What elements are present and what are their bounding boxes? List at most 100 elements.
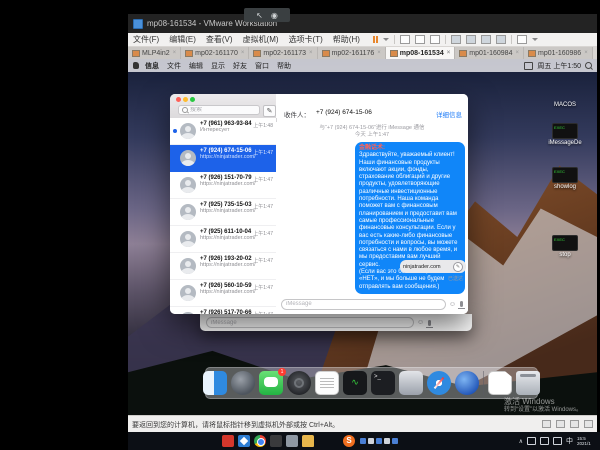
- conversation-row-0[interactable]: +7 (961) 963-93-84 Интересует 上午1:48: [170, 118, 276, 145]
- conversation-list[interactable]: +7 (961) 963-93-84 Интересует 上午1:48 +7 …: [170, 118, 277, 314]
- menu-view[interactable]: 查看(V): [201, 34, 238, 45]
- tab-close-icon[interactable]: ×: [309, 50, 313, 56]
- tray-clock[interactable]: 15:5 2021/1: [577, 436, 599, 446]
- conversation-row-6[interactable]: +7 (926) 560-10-59 https://ninjatrader.c…: [170, 280, 276, 307]
- dock-textedit-icon[interactable]: [315, 371, 339, 395]
- vm-tab-mp01-160984[interactable]: mp01-160984×: [455, 47, 524, 59]
- compose-new-message-button[interactable]: ✎: [263, 105, 276, 117]
- take-snapshot-icon[interactable]: [415, 35, 425, 44]
- conversation-row-7[interactable]: +7 (926) 517-70-66 https://ninjatrader.c…: [170, 307, 276, 314]
- details-button[interactable]: 详细信息: [436, 109, 462, 119]
- dock-document-icon[interactable]: [488, 371, 512, 395]
- imessage-field[interactable]: [281, 299, 446, 310]
- taskbar-sogou-icon[interactable]: S: [343, 435, 355, 447]
- power-dropdown-icon[interactable]: [383, 38, 389, 41]
- tab-close-icon[interactable]: ×: [241, 50, 245, 56]
- dock-finder-icon[interactable]: [203, 371, 227, 395]
- microphone-icon[interactable]: [428, 320, 431, 326]
- dock-messages-icon[interactable]: 1: [259, 371, 283, 395]
- dock-activity-monitor-icon[interactable]: ∿: [343, 371, 367, 395]
- emoji-picker-icon[interactable]: ☺: [417, 319, 424, 326]
- vm-tab-mp08-161534-active[interactable]: mp08-161534×: [386, 47, 456, 59]
- tray-mini-icon-3[interactable]: [376, 438, 382, 444]
- emoji-picker-icon[interactable]: ☺: [449, 301, 456, 308]
- send-ctrl-alt-del-icon[interactable]: [400, 35, 410, 44]
- dock-safari-icon[interactable]: [427, 371, 451, 395]
- conversation-row-2[interactable]: +7 (926) 151-70-79 https://ninjatrader.c…: [170, 172, 276, 199]
- tray-mini-icon-1[interactable]: [360, 438, 366, 444]
- pause-vm-icon[interactable]: [373, 36, 378, 43]
- tray-mini-icon-4[interactable]: [384, 438, 390, 444]
- search-input[interactable]: [190, 107, 250, 113]
- menu-file[interactable]: 文件(F): [128, 34, 164, 45]
- apple-menu-icon[interactable]: [133, 62, 139, 69]
- vm-screen[interactable]: 信息 文件 编辑 显示 好友 窗口 帮助 周五 上午1:50 MACOS EXE…: [128, 59, 597, 415]
- desktop-item-macos[interactable]: MACOS: [542, 101, 588, 108]
- sound-status-icon[interactable]: [584, 420, 593, 428]
- taskbar-app-gray-icon[interactable]: [286, 435, 298, 447]
- revert-snapshot-icon[interactable]: [430, 35, 440, 44]
- menubar-clock[interactable]: 周五 上午1:50: [537, 61, 581, 71]
- taskbar-chrome-icon[interactable]: [254, 435, 266, 447]
- harddisk-status-icon[interactable]: [542, 420, 551, 428]
- macos-menu-buddies[interactable]: 好友: [229, 61, 251, 71]
- vm-tab-mlp4in2[interactable]: MLP4in2×: [128, 47, 181, 59]
- spotlight-search-icon[interactable]: [585, 62, 592, 69]
- input-source-icon[interactable]: [524, 62, 533, 70]
- fullscreen-icon[interactable]: [481, 35, 491, 44]
- tab-close-icon[interactable]: ×: [515, 50, 519, 56]
- background-imessage-input[interactable]: [211, 320, 409, 326]
- vm-tab-mp02-161173[interactable]: mp02-161173×: [249, 47, 317, 59]
- macos-menu-view[interactable]: 显示: [207, 61, 229, 71]
- tab-close-icon[interactable]: ×: [377, 50, 381, 56]
- imessage-input[interactable]: [286, 301, 441, 307]
- tab-close-icon[interactable]: ×: [173, 50, 177, 56]
- conversation-search-field[interactable]: [178, 105, 260, 115]
- close-window-button[interactable]: [176, 97, 181, 102]
- layout-dropdown-icon[interactable]: [532, 38, 538, 41]
- taskbar-app-dark-icon[interactable]: [270, 435, 282, 447]
- desktop-item-showlog[interactable]: EXEC showlog: [542, 167, 588, 190]
- dock-screen-sharing-icon[interactable]: [455, 371, 479, 395]
- tray-network-icon[interactable]: [540, 437, 549, 445]
- taskbar-vmware-icon[interactable]: [238, 435, 250, 447]
- menu-help[interactable]: 帮助(H): [328, 34, 365, 45]
- tray-mini-icon-5[interactable]: [392, 438, 398, 444]
- macos-menu-messages[interactable]: 信息: [141, 61, 163, 71]
- tray-chevron-icon[interactable]: ∧: [519, 438, 523, 445]
- vm-tab-mp01-160986[interactable]: mp01-160986×: [524, 47, 593, 59]
- menu-vm[interactable]: 虚拟机(M): [238, 34, 284, 45]
- vm-tab-mp02-161170[interactable]: mp02-161170×: [181, 47, 249, 59]
- background-imessage-field[interactable]: [206, 317, 414, 328]
- taskbar-explorer-icon[interactable]: [302, 435, 314, 447]
- dock-system-preferences-icon[interactable]: [287, 371, 311, 395]
- minimize-window-button[interactable]: [183, 97, 188, 102]
- tab-close-icon[interactable]: ×: [584, 50, 588, 56]
- vm-tab-mp02-161176[interactable]: mp02-161176×: [318, 47, 386, 59]
- dock-terminal-icon[interactable]: >_: [371, 371, 395, 395]
- vmware-titlebar[interactable]: mp08-161534 - VMware Workstation: [128, 14, 597, 33]
- conversation-row-4[interactable]: +7 (925) 611-10-04 https://ninjatrader.c…: [170, 226, 276, 253]
- cdrom-status-icon[interactable]: [556, 420, 565, 428]
- background-messages-window[interactable]: ☺: [200, 314, 472, 331]
- console-view-icon[interactable]: [466, 35, 476, 44]
- dock-launchpad-icon[interactable]: [231, 371, 255, 395]
- tab-close-icon[interactable]: ×: [447, 50, 451, 56]
- tray-ime-indicator[interactable]: 中: [566, 436, 573, 446]
- conversation-row-5[interactable]: +7 (926) 193-20-02 https://ninjatrader.c…: [170, 253, 276, 280]
- macos-menu-window[interactable]: 窗口: [251, 61, 273, 71]
- zoom-window-button[interactable]: [190, 97, 195, 102]
- dock-automator-icon[interactable]: [399, 371, 423, 395]
- macos-menu-edit[interactable]: 编辑: [185, 61, 207, 71]
- macos-menu-help[interactable]: 帮助: [273, 61, 295, 71]
- tray-display-icon[interactable]: [527, 437, 536, 445]
- menu-edit[interactable]: 编辑(E): [164, 34, 201, 45]
- conversation-row-1-selected[interactable]: +7 (924) 674-15-06 https://ninjatrader.c…: [170, 145, 276, 172]
- conversation-row-3[interactable]: +7 (925) 735-15-03 https://ninjatrader.c…: [170, 199, 276, 226]
- taskbar-app-red-icon[interactable]: [222, 435, 234, 447]
- unity-mode-icon[interactable]: [496, 35, 506, 44]
- chat-transcript[interactable]: 与“+7 (924) 674-15-06”进行 iMessage 通信 今天 上…: [276, 122, 468, 314]
- desktop-item-imessagede[interactable]: EXEC iMessageDe: [542, 123, 588, 146]
- thumbnail-bar-icon[interactable]: [517, 35, 527, 44]
- cursor-icon[interactable]: ↖: [256, 11, 263, 20]
